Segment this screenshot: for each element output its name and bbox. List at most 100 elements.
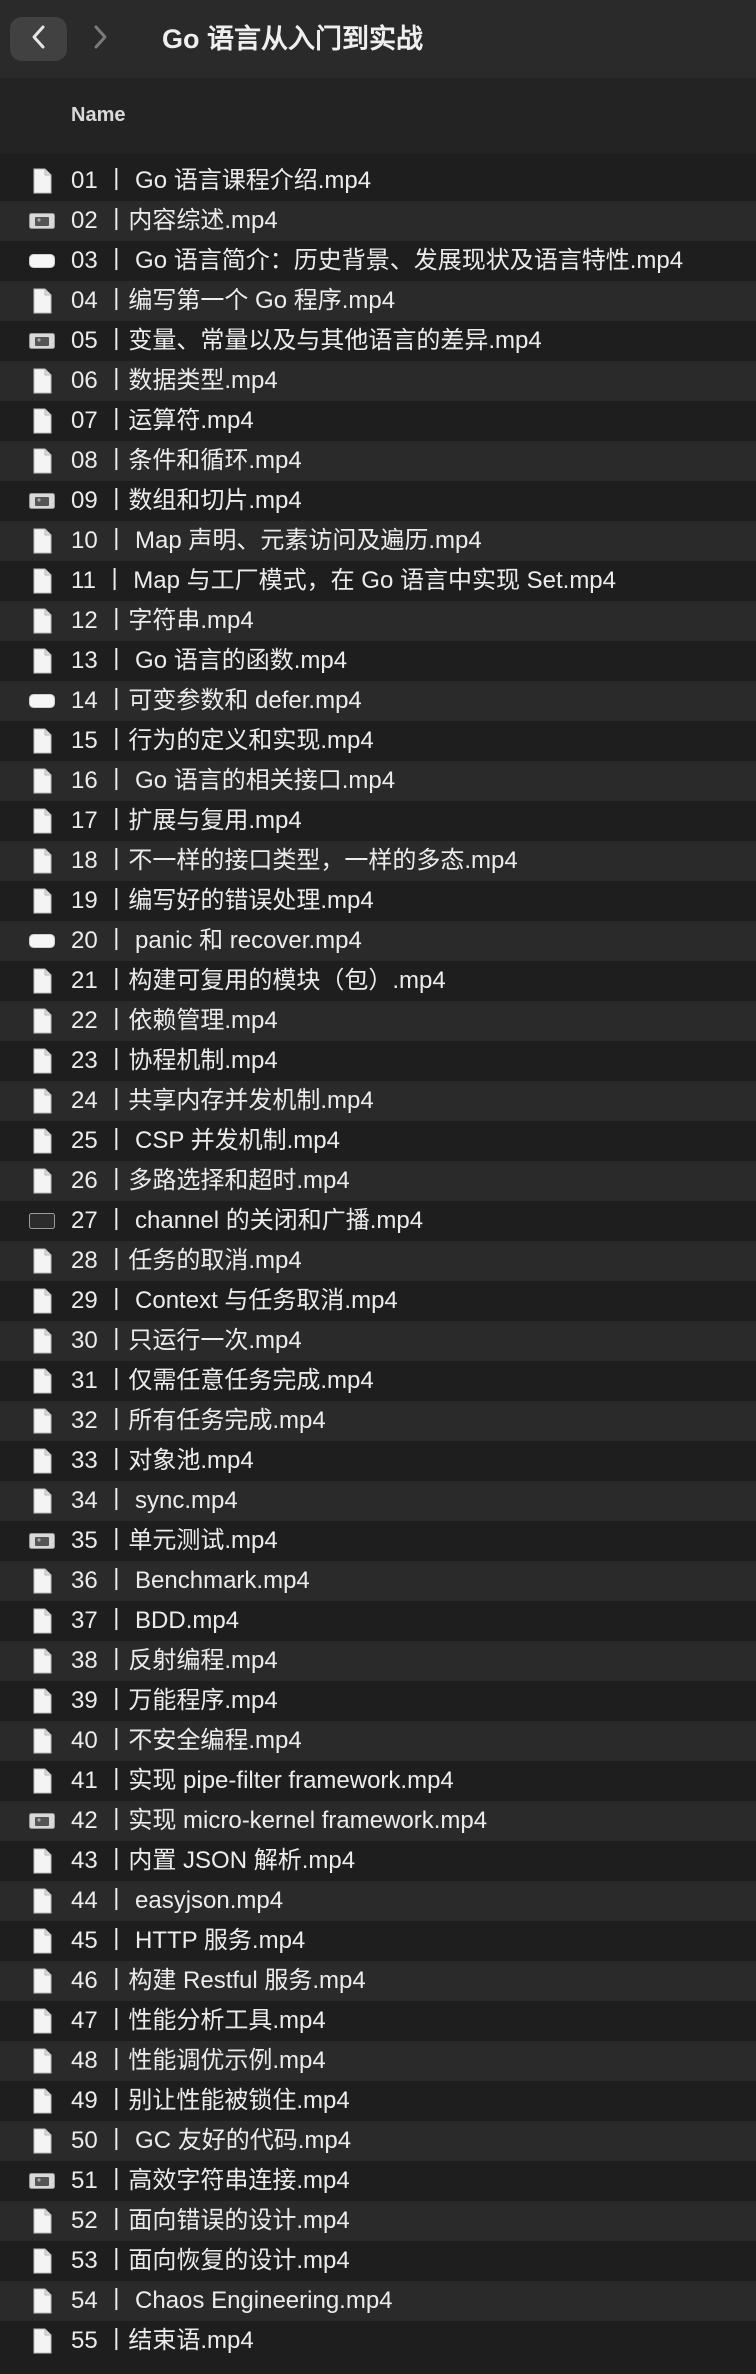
- file-row[interactable]: 10 丨 Map 声明、元素访问及遍历.mp4: [0, 521, 756, 561]
- file-row[interactable]: 36 丨 Benchmark.mp4: [0, 1561, 756, 1601]
- file-row[interactable]: 44 丨 easyjson.mp4: [0, 1881, 756, 1921]
- file-name: 38 丨反射编程.mp4: [71, 1647, 278, 1674]
- file-row[interactable]: 22 丨依赖管理.mp4: [0, 1001, 756, 1041]
- file-row[interactable]: 46 丨构建 Restful 服务.mp4: [0, 1961, 756, 2001]
- file-row[interactable]: 16 丨 Go 语言的相关接口.mp4: [0, 761, 756, 801]
- file-row[interactable]: 19 丨编写好的错误处理.mp4: [0, 881, 756, 921]
- chevron-left-icon: [28, 23, 50, 56]
- file-name: 14 丨可变参数和 defer.mp4: [71, 687, 362, 714]
- file-row[interactable]: 55 丨结束语.mp4: [0, 2321, 756, 2361]
- file-row[interactable]: 17 丨扩展与复用.mp4: [0, 801, 756, 841]
- file-row[interactable]: 18 丨不一样的接口类型，一样的多态.mp4: [0, 841, 756, 881]
- file-row[interactable]: 49 丨别让性能被锁住.mp4: [0, 2081, 756, 2121]
- file-row[interactable]: 28 丨任务的取消.mp4: [0, 1241, 756, 1281]
- file-row[interactable]: 39 丨万能程序.mp4: [0, 1681, 756, 1721]
- file-row[interactable]: 42 丨实现 micro-kernel framework.mp4: [0, 1801, 756, 1841]
- file-row[interactable]: 14 丨可变参数和 defer.mp4: [0, 681, 756, 721]
- document-icon: [29, 608, 55, 634]
- blank-thumbnail-icon: [29, 248, 55, 274]
- file-row[interactable]: 06 丨数据类型.mp4: [0, 361, 756, 401]
- title-bar: Go 语言从入门到实战: [0, 0, 756, 78]
- file-row[interactable]: 02 丨内容综述.mp4: [0, 201, 756, 241]
- file-row[interactable]: 43 丨内置 JSON 解析.mp4: [0, 1841, 756, 1881]
- file-row[interactable]: 35 丨单元测试.mp4: [0, 1521, 756, 1561]
- file-row[interactable]: 23 丨协程机制.mp4: [0, 1041, 756, 1081]
- file-row[interactable]: 51 丨高效字符串连接.mp4: [0, 2161, 756, 2201]
- file-name: 29 丨 Context 与任务取消.mp4: [71, 1287, 398, 1314]
- file-row[interactable]: 50 丨 GC 友好的代码.mp4: [0, 2121, 756, 2161]
- file-row[interactable]: 47 丨性能分析工具.mp4: [0, 2001, 756, 2041]
- file-row[interactable]: 33 丨对象池.mp4: [0, 1441, 756, 1481]
- document-icon: [29, 1248, 55, 1274]
- file-row[interactable]: 04 丨编写第一个 Go 程序.mp4: [0, 281, 756, 321]
- document-icon: [29, 888, 55, 914]
- document-icon: [29, 968, 55, 994]
- file-row[interactable]: 15 丨行为的定义和实现.mp4: [0, 721, 756, 761]
- file-row[interactable]: 08 丨条件和循环.mp4: [0, 441, 756, 481]
- file-name: 47 丨性能分析工具.mp4: [71, 2007, 326, 2034]
- file-name: 03 丨 Go 语言简介：历史背景、发展现状及语言特性.mp4: [71, 247, 684, 274]
- file-row[interactable]: 24 丨共享内存并发机制.mp4: [0, 1081, 756, 1121]
- file-name: 42 丨实现 micro-kernel framework.mp4: [71, 1807, 488, 1834]
- file-row[interactable]: 54 丨 Chaos Engineering.mp4: [0, 2281, 756, 2321]
- document-icon: [29, 1608, 55, 1634]
- file-name: 31 丨仅需任意任务完成.mp4: [71, 1367, 374, 1394]
- file-row[interactable]: 34 丨 sync.mp4: [0, 1481, 756, 1521]
- file-row[interactable]: 21 丨构建可复用的模块（包）.mp4: [0, 961, 756, 1001]
- document-icon: [29, 1488, 55, 1514]
- document-icon: [29, 2248, 55, 2274]
- document-icon: [29, 1408, 55, 1434]
- file-row[interactable]: 40 丨不安全编程.mp4: [0, 1721, 756, 1761]
- file-row[interactable]: 31 丨仅需任意任务完成.mp4: [0, 1361, 756, 1401]
- file-row[interactable]: 26 丨多路选择和超时.mp4: [0, 1161, 756, 1201]
- file-row[interactable]: 27 丨 channel 的关闭和广播.mp4: [0, 1201, 756, 1241]
- file-row[interactable]: 30 丨只运行一次.mp4: [0, 1321, 756, 1361]
- file-row[interactable]: 25 丨 CSP 并发机制.mp4: [0, 1121, 756, 1161]
- file-row[interactable]: 20 丨 panic 和 recover.mp4: [0, 921, 756, 961]
- file-row[interactable]: 41 丨实现 pipe-filter framework.mp4: [0, 1761, 756, 1801]
- file-name: 20 丨 panic 和 recover.mp4: [71, 927, 362, 954]
- file-row[interactable]: 12 丨字符串.mp4: [0, 601, 756, 641]
- file-row[interactable]: 32 丨所有任务完成.mp4: [0, 1401, 756, 1441]
- document-icon: [29, 2128, 55, 2154]
- file-row[interactable]: 38 丨反射编程.mp4: [0, 1641, 756, 1681]
- list-header: Name: [0, 78, 756, 154]
- forward-button[interactable]: [71, 17, 128, 61]
- document-icon: [29, 1008, 55, 1034]
- document-icon: [29, 168, 55, 194]
- file-name: 41 丨实现 pipe-filter framework.mp4: [71, 1767, 454, 1794]
- file-row[interactable]: 01 丨 Go 语言课程介绍.mp4: [0, 161, 756, 201]
- document-icon: [29, 1648, 55, 1674]
- file-row[interactable]: 11 丨 Map 与工厂模式，在 Go 语言中实现 Set.mp4: [0, 561, 756, 601]
- file-row[interactable]: 07 丨运算符.mp4: [0, 401, 756, 441]
- image-thumbnail-icon: [29, 208, 55, 234]
- file-name: 01 丨 Go 语言课程介绍.mp4: [71, 167, 372, 194]
- file-row[interactable]: 03 丨 Go 语言简介：历史背景、发展现状及语言特性.mp4: [0, 241, 756, 281]
- window-title: Go 语言从入门到实战: [162, 24, 423, 54]
- file-row[interactable]: 48 丨性能调优示例.mp4: [0, 2041, 756, 2081]
- document-icon: [29, 1128, 55, 1154]
- file-row[interactable]: 37 丨 BDD.mp4: [0, 1601, 756, 1641]
- file-row[interactable]: 29 丨 Context 与任务取消.mp4: [0, 1281, 756, 1321]
- document-icon: [29, 528, 55, 554]
- column-header-name[interactable]: Name: [71, 104, 125, 127]
- file-name: 36 丨 Benchmark.mp4: [71, 1567, 310, 1594]
- document-icon: [29, 2088, 55, 2114]
- image-thumbnail-icon: [29, 2168, 55, 2194]
- file-row[interactable]: 52 丨面向错误的设计.mp4: [0, 2201, 756, 2241]
- file-name: 45 丨 HTTP 服务.mp4: [71, 1927, 306, 1954]
- file-name: 43 丨内置 JSON 解析.mp4: [71, 1847, 356, 1874]
- back-button[interactable]: [10, 17, 67, 61]
- file-name: 19 丨编写好的错误处理.mp4: [71, 887, 374, 914]
- file-row[interactable]: 45 丨 HTTP 服务.mp4: [0, 1921, 756, 1961]
- document-icon: [29, 2208, 55, 2234]
- document-icon: [29, 1328, 55, 1354]
- file-name: 02 丨内容综述.mp4: [71, 207, 278, 234]
- file-row[interactable]: 13 丨 Go 语言的函数.mp4: [0, 641, 756, 681]
- document-icon: [29, 648, 55, 674]
- file-row[interactable]: 05 丨变量、常量以及与其他语言的差异.mp4: [0, 321, 756, 361]
- blank-thumbnail-icon: [29, 928, 55, 954]
- file-row[interactable]: 09 丨数组和切片.mp4: [0, 481, 756, 521]
- file-name: 34 丨 sync.mp4: [71, 1487, 238, 1514]
- file-row[interactable]: 53 丨面向恢复的设计.mp4: [0, 2241, 756, 2281]
